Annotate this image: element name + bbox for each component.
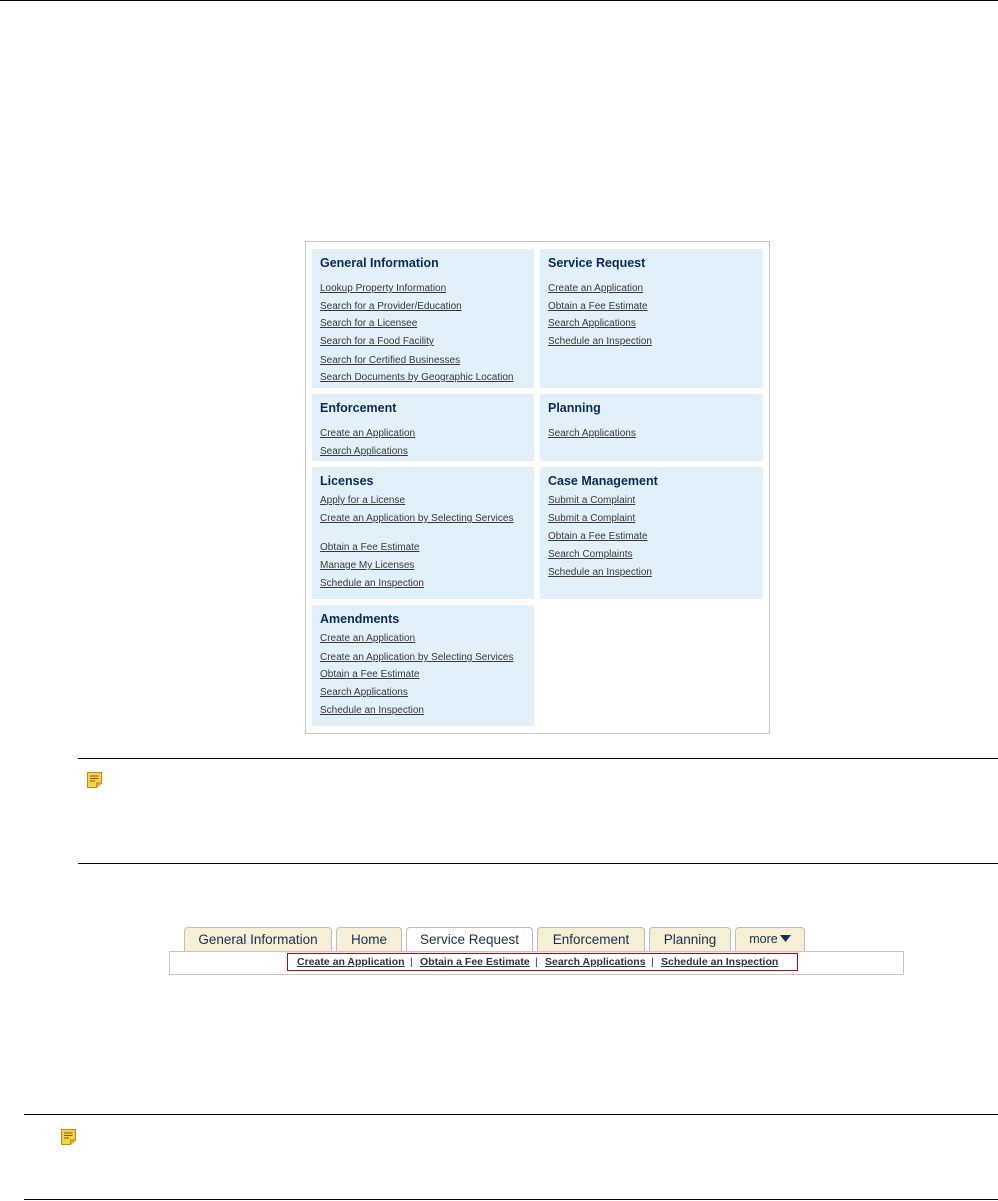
link-search-documents-geo[interactable]: Search Documents by Geographic Location xyxy=(320,372,513,383)
link-schedule-inspection[interactable]: Schedule an Inspection xyxy=(548,567,652,578)
subnav-search-applications[interactable]: Search Applications xyxy=(545,956,646,968)
note-bottom-rule xyxy=(78,863,998,864)
link-obtain-fee-estimate[interactable]: Obtain a Fee Estimate xyxy=(320,669,420,680)
subnav-separator: | xyxy=(535,956,538,968)
note-top-rule xyxy=(24,1114,998,1115)
link-search-applications[interactable]: Search Applications xyxy=(548,318,636,329)
card-title: Planning xyxy=(548,401,601,415)
link-create-application[interactable]: Create an Application xyxy=(548,283,643,294)
link-obtain-fee-estimate[interactable]: Obtain a Fee Estimate xyxy=(548,301,648,312)
link-schedule-inspection[interactable]: Schedule an Inspection xyxy=(320,578,424,589)
link-search-applications[interactable]: Search Applications xyxy=(320,446,408,457)
link-search-food-facility[interactable]: Search for a Food Facility xyxy=(320,336,434,347)
card-title: Licenses xyxy=(320,474,374,488)
note-icon xyxy=(87,772,102,788)
link-obtain-fee-estimate[interactable]: Obtain a Fee Estimate xyxy=(548,531,648,542)
card-licenses: Licenses Apply for a License Create an A… xyxy=(312,467,534,599)
card-case-management: Case Management Submit a Complaint Submi… xyxy=(540,467,763,599)
tab-general-information[interactable]: General Information xyxy=(184,927,332,951)
card-service-request: Service Request Create an Application Ob… xyxy=(540,249,763,388)
subnav-obtain-fee-estimate[interactable]: Obtain a Fee Estimate xyxy=(420,956,530,968)
tab-home[interactable]: Home xyxy=(336,927,402,951)
link-submit-complaint[interactable]: Submit a Complaint xyxy=(548,495,635,506)
link-search-applications[interactable]: Search Applications xyxy=(320,687,408,698)
tab-more-label: more xyxy=(749,932,778,946)
link-search-complaints[interactable]: Search Complaints xyxy=(548,549,632,560)
tab-service-request[interactable]: Service Request xyxy=(406,927,533,952)
card-general-information: General Information Lookup Property Info… xyxy=(312,249,534,388)
link-create-application-services[interactable]: Create an Application by Selecting Servi… xyxy=(320,652,513,663)
note-top-rule xyxy=(78,758,998,759)
subnav-separator: | xyxy=(410,956,413,968)
link-search-certified-businesses[interactable]: Search for Certified Businesses xyxy=(320,355,460,366)
note-icon xyxy=(61,1129,76,1145)
link-search-licensee[interactable]: Search for a Licensee xyxy=(320,318,417,329)
subnav-create-application[interactable]: Create an Application xyxy=(297,956,405,968)
subnav-separator: | xyxy=(651,956,654,968)
link-schedule-inspection[interactable]: Schedule an Inspection xyxy=(548,336,652,347)
card-title: Amendments xyxy=(320,612,400,626)
card-title: Service Request xyxy=(548,256,646,270)
link-create-application-services[interactable]: Create an Application by Selecting Servi… xyxy=(320,513,513,524)
note-bottom-rule xyxy=(24,1199,998,1200)
subnav-schedule-inspection[interactable]: Schedule an Inspection xyxy=(661,956,778,968)
link-search-applications[interactable]: Search Applications xyxy=(548,428,636,439)
link-obtain-fee-estimate[interactable]: Obtain a Fee Estimate xyxy=(320,542,420,553)
link-create-application[interactable]: Create an Application xyxy=(320,428,415,439)
link-lookup-property[interactable]: Lookup Property Information xyxy=(320,283,446,294)
top-rule xyxy=(0,0,998,1)
card-title: Enforcement xyxy=(320,401,397,415)
tab-enforcement[interactable]: Enforcement xyxy=(537,927,645,951)
card-title: Case Management xyxy=(548,474,658,488)
link-submit-complaint[interactable]: Submit a Complaint xyxy=(548,513,635,524)
link-create-application[interactable]: Create an Application xyxy=(320,633,415,644)
card-amendments: Amendments Create an Application Create … xyxy=(312,605,534,726)
card-enforcement: Enforcement Create an Application Search… xyxy=(312,394,534,461)
card-planning: Planning Search Applications xyxy=(540,394,763,461)
link-search-provider[interactable]: Search for a Provider/Education xyxy=(320,301,462,312)
link-schedule-inspection[interactable]: Schedule an Inspection xyxy=(320,705,424,716)
card-title: General Information xyxy=(320,256,439,270)
tab-planning[interactable]: Planning xyxy=(649,927,731,951)
link-manage-licenses[interactable]: Manage My Licenses xyxy=(320,560,415,571)
caret-down-icon xyxy=(779,935,791,942)
portal-panel: General Information Lookup Property Info… xyxy=(305,241,770,734)
link-apply-license[interactable]: Apply for a License xyxy=(320,495,405,506)
tab-more[interactable]: more xyxy=(735,927,805,951)
